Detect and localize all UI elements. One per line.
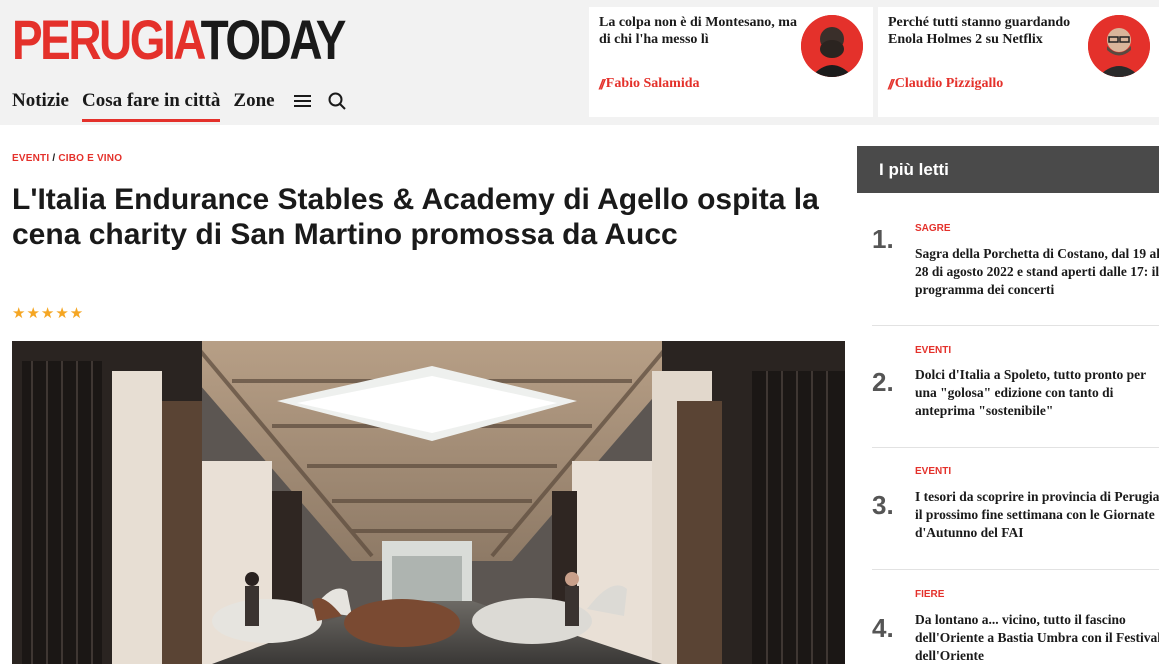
author-name: Fabio Salamida (605, 76, 700, 91)
item-title[interactable]: Dolci d'Italia a Spoleto, tutto pronto p… (915, 366, 1159, 420)
menu-icon[interactable] (293, 94, 312, 108)
author-avatar (1088, 15, 1150, 77)
rank-number: 2. (872, 367, 894, 397)
article-title: L'Italia Endurance Stables & Academy di … (12, 183, 819, 251)
breadcrumb-cibo-e-vino[interactable]: CIBO E VINO (58, 153, 122, 164)
nav-cosa-fare[interactable]: Cosa fare in città (81, 90, 221, 122)
breadcrumb-separator: / (52, 153, 56, 164)
opinion-card[interactable]: Perché tutti stanno guardando Enola Holm… (878, 7, 1159, 117)
quote-mark-icon: // (888, 76, 894, 92)
rating-stars[interactable]: ★★★★★ (12, 304, 84, 322)
breadcrumb: EVENTI / CIBO E VINO (12, 153, 122, 164)
opinion-card-author[interactable]: //Fabio Salamida (599, 76, 700, 92)
most-read-title: I più letti (857, 146, 1159, 193)
divider (872, 325, 1159, 326)
quote-mark-icon: // (599, 76, 605, 92)
opinion-card-title[interactable]: La colpa non è di Montesano, ma di chi l… (599, 14, 799, 48)
opinion-card-author[interactable]: //Claudio Pizzigallo (888, 76, 1003, 92)
divider (872, 447, 1159, 448)
most-read-sidebar: I più letti (857, 146, 1159, 193)
site-header: PERUGIATODAY Notizie Cosa fare in città … (0, 0, 1159, 125)
item-category[interactable]: EVENTI (915, 466, 951, 477)
nav-zone[interactable]: Zone (233, 90, 274, 112)
nav-notizie[interactable]: Notizie (12, 90, 69, 112)
divider (872, 569, 1159, 570)
rank-number: 4. (872, 613, 894, 643)
author-avatar (801, 15, 863, 77)
breadcrumb-eventi[interactable]: EVENTI (12, 153, 49, 164)
rank-number: 3. (872, 490, 894, 520)
search-icon[interactable] (328, 92, 346, 110)
item-category[interactable]: SAGRE (915, 223, 951, 234)
author-name: Claudio Pizzigallo (894, 76, 1004, 91)
item-title[interactable]: Sagra della Porchetta di Costano, dal 19… (915, 245, 1159, 299)
site-logo[interactable]: PERUGIATODAY (12, 8, 347, 71)
item-category[interactable]: FIERE (915, 589, 944, 600)
logo-part-perugia: PERUGIA (12, 8, 203, 71)
item-title[interactable]: I tesori da scoprire in provincia di Per… (915, 488, 1159, 542)
logo-part-today: TODAY (200, 8, 347, 71)
opinion-card[interactable]: La colpa non è di Montesano, ma di chi l… (589, 7, 873, 117)
item-category[interactable]: EVENTI (915, 345, 951, 356)
article-hero-image (12, 341, 845, 664)
opinion-card-title[interactable]: Perché tutti stanno guardando Enola Holm… (888, 14, 1083, 48)
item-title[interactable]: Da lontano a... vicino, tutto il fascino… (915, 611, 1159, 664)
main-nav: Notizie Cosa fare in città Zone (12, 90, 356, 122)
rank-number: 1. (872, 224, 894, 254)
